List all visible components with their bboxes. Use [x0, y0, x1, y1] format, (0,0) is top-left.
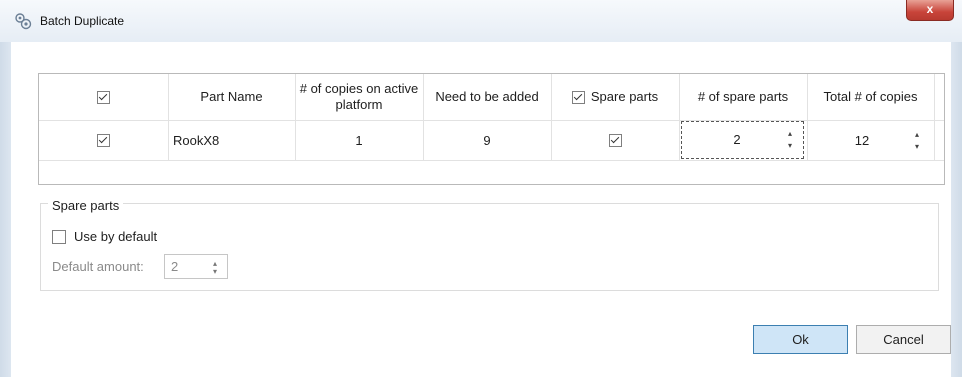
row-spare-parts-checkbox[interactable] [608, 134, 622, 147]
spare-parts-group-title: Spare parts [48, 198, 124, 213]
total-copies-spinner[interactable]: 12 ▴ ▾ [807, 121, 934, 160]
cell-copies-active[interactable]: 1 [295, 121, 423, 160]
header-select-all[interactable] [39, 74, 168, 120]
use-by-default-checkbox[interactable] [52, 229, 66, 244]
use-by-default-option[interactable]: Use by default [52, 229, 157, 244]
ok-button[interactable]: Ok [753, 325, 848, 354]
window-frame-left [0, 0, 11, 377]
header-spare-parts[interactable]: Spare parts [551, 74, 679, 120]
default-amount-label: Default amount: [52, 259, 144, 274]
spare-parts-all-checkbox[interactable] [571, 90, 585, 104]
grid-divider [934, 74, 935, 160]
num-spare-value[interactable]: 2 [682, 132, 792, 147]
parts-grid[interactable]: Part Name # of copies on active platform… [38, 73, 945, 185]
title-bar[interactable]: Batch Duplicate x [0, 0, 962, 42]
row-select-cell[interactable] [39, 121, 168, 160]
batch-duplicate-gears-icon [15, 13, 32, 30]
window-title: Batch Duplicate [40, 14, 125, 28]
header-copies-active[interactable]: # of copies on active platform [295, 74, 423, 120]
spinner-up-icon[interactable]: ▴ [915, 131, 919, 139]
header-spare-parts-label: Spare parts [590, 89, 659, 104]
header-total-copies[interactable]: Total # of copies [807, 74, 934, 120]
spinner-down-icon[interactable]: ▾ [788, 142, 792, 150]
num-spare-spinner[interactable]: 2 ▴ ▾ [681, 121, 804, 159]
grid-row-divider [39, 160, 944, 161]
window-frame-right [951, 0, 962, 377]
default-amount-spinner[interactable]: 2 ▴ ▾ [164, 254, 228, 279]
cancel-button[interactable]: Cancel [856, 325, 951, 354]
row-select-checkbox[interactable] [97, 134, 110, 147]
use-by-default-label[interactable]: Use by default [74, 229, 157, 244]
select-all-checkbox[interactable] [97, 90, 110, 104]
default-amount-value[interactable]: 2 [171, 259, 178, 274]
header-part-name[interactable]: Part Name [168, 74, 295, 120]
spinner-down-icon[interactable]: ▾ [213, 268, 217, 276]
spinner-down-icon[interactable]: ▾ [915, 143, 919, 151]
header-need-added[interactable]: Need to be added [423, 74, 551, 120]
spinner-up-icon[interactable]: ▴ [788, 130, 792, 138]
cell-need-added[interactable]: 9 [423, 121, 551, 160]
cell-part-name[interactable]: RookX8 [168, 121, 295, 160]
total-copies-value[interactable]: 12 [807, 133, 917, 149]
cell-spare-parts[interactable] [551, 121, 679, 160]
header-num-spare[interactable]: # of spare parts [679, 74, 807, 120]
close-button[interactable]: x [906, 0, 954, 21]
